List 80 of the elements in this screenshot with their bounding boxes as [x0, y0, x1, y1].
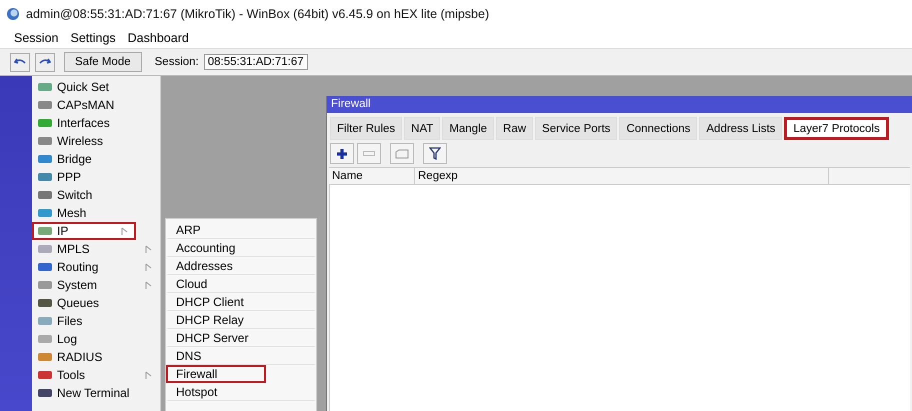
sidebar-item[interactable]: System — [32, 276, 160, 294]
submenu-arrow-icon — [145, 370, 152, 380]
undo-button[interactable] — [10, 52, 30, 72]
column-header[interactable]: Name — [329, 168, 415, 184]
submenu-arrow-icon — [145, 280, 152, 290]
sidebar-item[interactable]: Mesh — [32, 204, 160, 222]
menu-icon — [37, 135, 53, 147]
column-header[interactable]: Regexp — [415, 168, 829, 184]
sidebar-item[interactable]: New Terminal — [32, 384, 160, 402]
menu-icon — [37, 333, 53, 345]
tab[interactable]: Raw — [496, 117, 534, 140]
filter-button[interactable] — [423, 143, 447, 164]
menu-icon — [37, 81, 53, 93]
menu-item[interactable]: Settings — [70, 31, 116, 45]
menu-icon — [37, 189, 53, 201]
window-title: admin@08:55:31:AD:71:67 (MikroTik) - WinBox (64bit) v6.45.9 on hEX lite (mipsbe) — [26, 7, 490, 21]
plus-icon — [336, 148, 348, 160]
menu-icon — [37, 351, 53, 363]
menu-icon — [37, 261, 53, 273]
submenu-item[interactable]: Cloud — [166, 275, 316, 293]
submenu-item[interactable]: DHCP Relay — [166, 311, 316, 329]
menu-icon — [37, 99, 53, 111]
tab[interactable]: Service Ports — [535, 117, 618, 140]
sidebar-item[interactable]: MPLS — [32, 240, 160, 258]
menu-item[interactable]: Session — [14, 31, 58, 45]
safe-mode-button[interactable]: Safe Mode — [64, 52, 142, 72]
redo-button[interactable] — [35, 52, 55, 72]
menu-icon — [37, 243, 53, 255]
app-logo-icon — [6, 7, 20, 21]
comment-button[interactable] — [390, 143, 414, 164]
tab[interactable]: NAT — [404, 117, 440, 140]
sidebar-item[interactable]: Log — [32, 330, 160, 348]
sidebar-item[interactable]: RADIUS — [32, 348, 160, 366]
sidebar-item[interactable]: Tools — [32, 366, 160, 384]
tab[interactable]: Connections — [619, 117, 698, 140]
menu-icon — [37, 297, 53, 309]
add-button[interactable] — [330, 143, 354, 164]
menu-icon — [37, 153, 53, 165]
minus-icon — [363, 150, 375, 156]
redo-icon — [39, 57, 51, 67]
tab[interactable]: Filter Rules — [330, 117, 402, 140]
menu-icon — [37, 279, 53, 291]
submenu-item[interactable]: Accounting — [166, 239, 316, 257]
sidebar-item[interactable]: Queues — [32, 294, 160, 312]
filter-icon — [429, 147, 441, 160]
window-title: Firewall — [327, 96, 912, 113]
sidebar-item[interactable]: Bridge — [32, 150, 160, 168]
tab[interactable]: Address Lists — [699, 117, 782, 140]
sidebar-item[interactable]: Wireless — [32, 132, 160, 150]
note-icon — [395, 148, 409, 158]
menu-item[interactable]: Dashboard — [128, 31, 189, 45]
tab[interactable]: Layer7 Protocols — [784, 117, 889, 140]
submenu-arrow-icon — [145, 262, 152, 272]
sidebar-item[interactable]: Files — [32, 312, 160, 330]
sidebar-item[interactable]: Switch — [32, 186, 160, 204]
menu-icon — [37, 225, 53, 237]
submenu-item[interactable]: DHCP Client — [166, 293, 316, 311]
submenu-item[interactable]: DHCP Server — [166, 329, 316, 347]
submenu-arrow-icon — [121, 226, 128, 236]
submenu-item[interactable]: Firewall — [166, 365, 266, 383]
sidebar-item[interactable]: Interfaces — [32, 114, 160, 132]
menu-icon — [37, 171, 53, 183]
sidebar-item[interactable]: Routing — [32, 258, 160, 276]
menu-icon — [37, 117, 53, 129]
sidebar-item[interactable]: IP — [32, 222, 136, 240]
tab[interactable]: Mangle — [442, 117, 494, 140]
menu-icon — [37, 315, 53, 327]
sidebar-item[interactable]: CAPsMAN — [32, 96, 160, 114]
menu-icon — [37, 387, 53, 399]
submenu-item[interactable]: Hotspot — [166, 383, 316, 401]
menu-icon — [37, 207, 53, 219]
session-label: Session: — [154, 56, 199, 68]
submenu-item[interactable]: Addresses — [166, 257, 316, 275]
submenu-item[interactable]: DNS — [166, 347, 316, 365]
submenu-item[interactable]: ARP — [166, 221, 316, 239]
menu-icon — [37, 369, 53, 381]
sidebar-item[interactable]: PPP — [32, 168, 160, 186]
submenu-arrow-icon — [145, 244, 152, 254]
session-field: 08:55:31:AD:71:67 — [204, 54, 308, 70]
sidebar-item[interactable]: Quick Set — [32, 78, 160, 96]
